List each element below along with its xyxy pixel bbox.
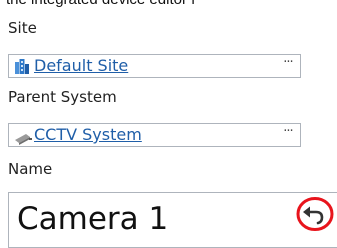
name-input-value[interactable]: Camera 1 <box>17 200 168 238</box>
caption-fragment: the integrated device editor f <box>6 0 195 8</box>
site-field[interactable]: Default Site ··· <box>8 54 301 78</box>
undo-arrow-icon <box>296 197 334 231</box>
parent-system-label: Parent System <box>8 88 117 106</box>
parent-system-field[interactable]: CCTV System ··· <box>8 123 301 147</box>
parent-system-browse-button[interactable]: ··· <box>278 125 298 144</box>
parent-system-link[interactable]: CCTV System <box>34 125 142 145</box>
name-label: Name <box>8 160 53 178</box>
cctv-camera-icon <box>15 130 32 149</box>
site-label: Site <box>8 19 37 37</box>
site-browse-button[interactable]: ··· <box>278 56 298 75</box>
name-field[interactable]: Camera 1 <box>8 192 337 248</box>
site-link[interactable]: Default Site <box>34 56 128 76</box>
revert-button[interactable] <box>295 196 335 232</box>
building-icon <box>15 59 29 78</box>
